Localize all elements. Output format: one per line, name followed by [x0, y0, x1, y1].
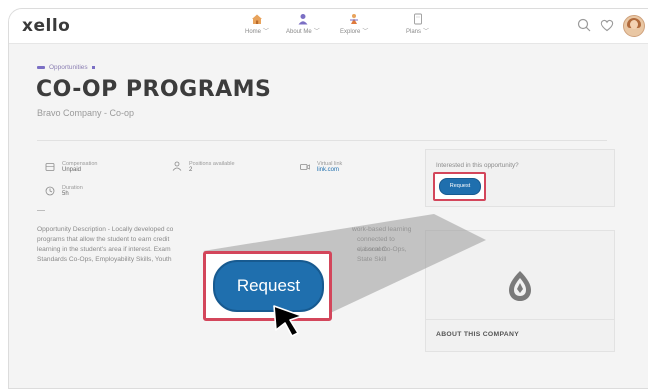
desc-line-4: Standards Co-Ops, Employability Skills, …	[37, 256, 172, 263]
nav-about-label: About Me	[286, 29, 312, 35]
nav-plans-label: Plans	[406, 29, 422, 35]
company-heading: ABOUT THIS COMPANY	[436, 331, 520, 338]
positions-available: Positions available 2	[189, 161, 235, 173]
company-logo-icon	[509, 271, 531, 301]
video-icon	[300, 164, 310, 170]
explorer-icon	[350, 14, 359, 24]
nav-about-me[interactable]: About Me ﹀	[286, 13, 320, 35]
people-icon	[172, 161, 182, 171]
avatar[interactable]	[623, 15, 645, 37]
breadcrumb[interactable]: Opportunities	[37, 64, 95, 71]
chevron-down-icon: ﹀	[423, 29, 430, 35]
virtual-link: Virtual link link.com	[317, 161, 342, 173]
nav-home-label: Home	[245, 29, 262, 35]
opportunities-icon	[37, 65, 45, 69]
heart-icon[interactable]	[599, 17, 615, 33]
company-panel: ABOUT THIS COMPANY	[425, 230, 615, 352]
money-icon	[45, 163, 55, 171]
desc-line-1: Opportunity Description - Locally develo…	[37, 226, 174, 233]
page-title: CO-OP PROGRAMS	[36, 77, 272, 102]
xello-logo[interactable]: xello	[22, 16, 70, 36]
page-subtitle: Bravo Company - Co-op	[37, 108, 135, 118]
avatar-face	[630, 20, 638, 29]
nav-explore[interactable]: Explore ﹀	[340, 13, 368, 35]
header-divider	[37, 140, 607, 141]
chevron-down-icon: ﹀	[313, 29, 320, 35]
square-icon	[91, 65, 95, 69]
clock-icon	[45, 186, 55, 196]
person-icon	[298, 14, 308, 25]
interest-question: Interested in this opportunity?	[436, 162, 519, 169]
section-dash	[37, 210, 45, 211]
nav-home[interactable]: Home ﹀	[245, 13, 269, 35]
home-icon	[252, 14, 263, 24]
company-divider	[426, 319, 614, 320]
top-navigation: xello Home ﹀ About Me ﹀ Explore ﹀ Plans …	[9, 9, 648, 44]
compensation: Compensation Unpaid	[62, 161, 97, 173]
desc-line-2: programs that allow the student to earn …	[37, 236, 170, 243]
plans-icon	[413, 13, 422, 25]
request-highlight: Request	[433, 172, 486, 201]
interest-panel: Interested in this opportunity? Request	[425, 149, 615, 207]
duration-value: 5h	[62, 191, 69, 197]
positions-value: 2	[189, 167, 193, 173]
virtual-value[interactable]: link.com	[317, 167, 342, 173]
desc-line-1-right: work-based learning	[352, 226, 412, 233]
desc-line-3: learning in the student's area if intere…	[37, 246, 171, 253]
search-icon[interactable]	[576, 17, 592, 33]
nav-explore-label: Explore	[340, 29, 361, 35]
chevron-down-icon: ﹀	[362, 29, 369, 35]
nav-plans[interactable]: Plans ﹀	[406, 13, 429, 35]
duration: Duration 5h	[62, 185, 83, 197]
chevron-down-icon: ﹀	[263, 29, 270, 35]
request-button[interactable]: Request	[439, 178, 481, 195]
breadcrumb-label: Opportunities	[49, 64, 88, 71]
compensation-value: Unpaid	[62, 167, 82, 173]
positions-label: Positions available	[189, 161, 235, 167]
mouse-cursor-icon	[273, 305, 303, 337]
